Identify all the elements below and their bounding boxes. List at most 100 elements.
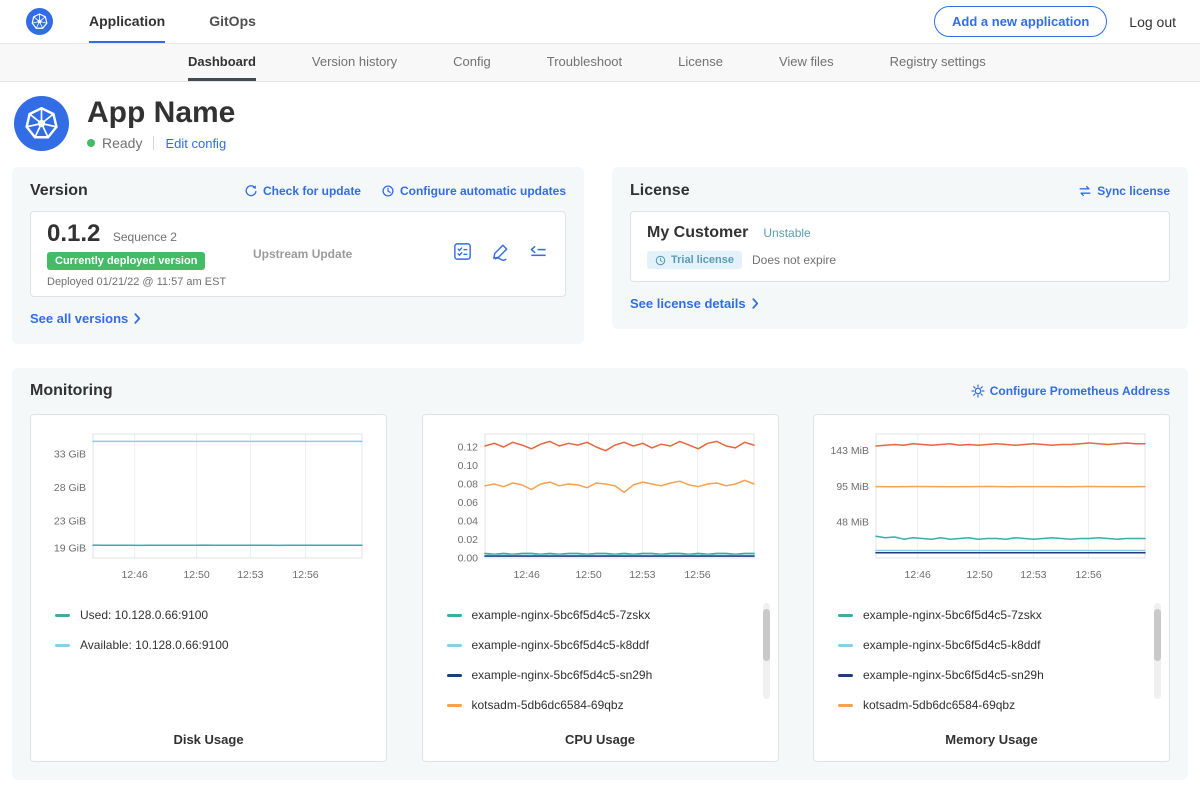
upstream-update-label: Upstream Update: [253, 247, 452, 261]
disk-usage-legend: Used: 10.128.0.66:9100 Available: 10.128.…: [55, 608, 374, 720]
svg-text:143 MiB: 143 MiB: [830, 445, 869, 457]
add-application-button[interactable]: Add a new application: [934, 6, 1107, 37]
cpu-usage-chart: 12:4612:5012:5312:560.120.100.080.060.04…: [435, 427, 766, 585]
cards-row: Version Check for update Configure autom…: [0, 161, 1200, 344]
legend-color-dash: [838, 644, 853, 647]
legend-label: Available: 10.128.0.66:9100: [80, 638, 229, 652]
legend-item: example-nginx-5bc6f5d4c5-7zskx: [447, 608, 766, 622]
svg-text:12:56: 12:56: [292, 569, 318, 581]
app-kubernetes-icon: [14, 96, 69, 151]
svg-text:33 GiB: 33 GiB: [54, 449, 86, 461]
svg-text:95 MiB: 95 MiB: [836, 481, 869, 493]
license-heading: License: [630, 182, 690, 200]
legend-color-dash: [447, 644, 462, 647]
sub-nav: Dashboard Version history Config Troublesho…: [0, 44, 1200, 82]
sync-arrows-icon: [1078, 184, 1092, 198]
check-for-update-link[interactable]: Check for update: [244, 184, 361, 198]
license-card: License Sync license My Customer Unstabl…: [612, 167, 1188, 329]
chart-card-cpu-usage: 12:4612:5012:5312:560.120.100.080.060.04…: [422, 414, 779, 762]
legend-label: Used: 10.128.0.66:9100: [80, 608, 208, 622]
subnav-item-config[interactable]: Config: [453, 44, 491, 81]
legend-color-dash: [447, 704, 462, 707]
svg-text:12:46: 12:46: [122, 569, 148, 581]
legend-label: example-nginx-5bc6f5d4c5-sn29h: [472, 668, 653, 682]
svg-text:12:50: 12:50: [575, 569, 601, 581]
svg-text:12:53: 12:53: [237, 569, 263, 581]
memory-usage-title: Memory Usage: [826, 732, 1157, 747]
cpu-usage-legend: example-nginx-5bc6f5d4c5-7zskx example-ng…: [447, 608, 766, 720]
monitoring-heading: Monitoring: [30, 382, 113, 400]
svg-text:23 GiB: 23 GiB: [54, 516, 86, 528]
subnav-item-view-files[interactable]: View files: [779, 44, 834, 81]
kubernetes-logo-icon[interactable]: [26, 8, 53, 35]
memory-usage-chart: 12:4612:5012:5312:56143 MiB95 MiB48 MiB: [826, 427, 1157, 585]
svg-text:0.10: 0.10: [457, 460, 478, 472]
svg-text:0.00: 0.00: [457, 553, 478, 565]
license-details-card: My Customer Unstable Trial license Does …: [630, 211, 1170, 282]
charts-row: 12:4612:5012:5312:5633 GiB28 GiB23 GiB19…: [30, 414, 1170, 762]
clock-arrow-icon: [381, 184, 395, 198]
configure-auto-updates-link[interactable]: Configure automatic updates: [381, 184, 566, 198]
customer-name: My Customer: [647, 224, 748, 242]
release-notes-icon[interactable]: [452, 241, 473, 267]
svg-text:12:50: 12:50: [966, 569, 992, 581]
legend-item: Available: 10.128.0.66:9100: [55, 638, 374, 652]
svg-text:0.02: 0.02: [457, 534, 478, 546]
top-nav-tabs: Application GitOps: [89, 0, 300, 43]
license-channel: Unstable: [763, 226, 810, 240]
status-label: Ready: [102, 135, 142, 151]
svg-text:12:46: 12:46: [513, 569, 539, 581]
see-all-versions-link[interactable]: See all versions: [30, 311, 141, 326]
subnav-item-license[interactable]: License: [678, 44, 723, 81]
version-number: 0.1.2: [47, 220, 100, 247]
legend-scrollbar-thumb[interactable]: [1154, 609, 1161, 661]
deployed-timestamp: Deployed 01/21/22 @ 11:57 am EST: [47, 276, 253, 288]
view-diff-icon[interactable]: [528, 241, 549, 267]
svg-text:12:53: 12:53: [629, 569, 655, 581]
svg-text:12:56: 12:56: [1075, 569, 1101, 581]
chart-card-memory-usage: 12:4612:5012:5312:56143 MiB95 MiB48 MiBe…: [813, 414, 1170, 762]
sync-license-link[interactable]: Sync license: [1078, 184, 1170, 198]
subnav-item-version-history[interactable]: Version history: [312, 44, 397, 81]
legend-color-dash: [838, 704, 853, 707]
legend-scrollbar-thumb[interactable]: [763, 609, 770, 661]
version-heading: Version: [30, 182, 88, 200]
divider: [153, 136, 154, 150]
legend-label: example-nginx-5bc6f5d4c5-7zskx: [472, 608, 651, 622]
top-nav: Application GitOps Add a new application…: [0, 0, 1200, 44]
see-license-details-link[interactable]: See license details: [630, 296, 759, 311]
svg-text:12:53: 12:53: [1020, 569, 1046, 581]
refresh-icon: [244, 184, 258, 198]
legend-label: example-nginx-5bc6f5d4c5-7zskx: [863, 608, 1042, 622]
svg-text:12:50: 12:50: [183, 569, 209, 581]
subnav-item-dashboard[interactable]: Dashboard: [188, 44, 256, 81]
legend-scrollbar[interactable]: [1154, 603, 1161, 699]
disk-usage-chart: 12:4612:5012:5312:5633 GiB28 GiB23 GiB19…: [43, 427, 374, 585]
tab-application[interactable]: Application: [89, 0, 165, 43]
edit-config-link[interactable]: Edit config: [165, 136, 226, 151]
legend-scrollbar[interactable]: [763, 603, 770, 699]
version-sequence: Sequence 2: [113, 230, 177, 244]
legend-color-dash: [55, 644, 70, 647]
status-dot: [87, 139, 95, 147]
legend-item: example-nginx-5bc6f5d4c5-sn29h: [838, 668, 1157, 682]
configure-prometheus-link[interactable]: Configure Prometheus Address: [971, 384, 1170, 398]
logout-link[interactable]: Log out: [1129, 14, 1176, 30]
legend-label: kotsadm-5db6dc6584-69qbz: [863, 698, 1015, 712]
legend-label: example-nginx-5bc6f5d4c5-k8ddf: [863, 638, 1040, 652]
svg-text:12:56: 12:56: [684, 569, 710, 581]
svg-text:48 MiB: 48 MiB: [836, 516, 869, 528]
svg-text:28 GiB: 28 GiB: [54, 482, 86, 494]
monitoring-section: Monitoring Configure Prometheus Address …: [12, 368, 1188, 780]
svg-text:0.08: 0.08: [457, 478, 478, 490]
legend-item: example-nginx-5bc6f5d4c5-k8ddf: [838, 638, 1157, 652]
subnav-item-troubleshoot[interactable]: Troubleshoot: [547, 44, 622, 81]
tab-gitops[interactable]: GitOps: [209, 0, 256, 43]
legend-label: example-nginx-5bc6f5d4c5-k8ddf: [472, 638, 649, 652]
svg-text:0.06: 0.06: [457, 497, 478, 509]
edit-config-icon[interactable]: [490, 241, 511, 267]
legend-item: kotsadm-5db6dc6584-69qbz: [838, 698, 1157, 712]
legend-item: example-nginx-5bc6f5d4c5-7zskx: [838, 608, 1157, 622]
legend-color-dash: [838, 674, 853, 677]
subnav-item-registry-settings[interactable]: Registry settings: [890, 44, 986, 81]
